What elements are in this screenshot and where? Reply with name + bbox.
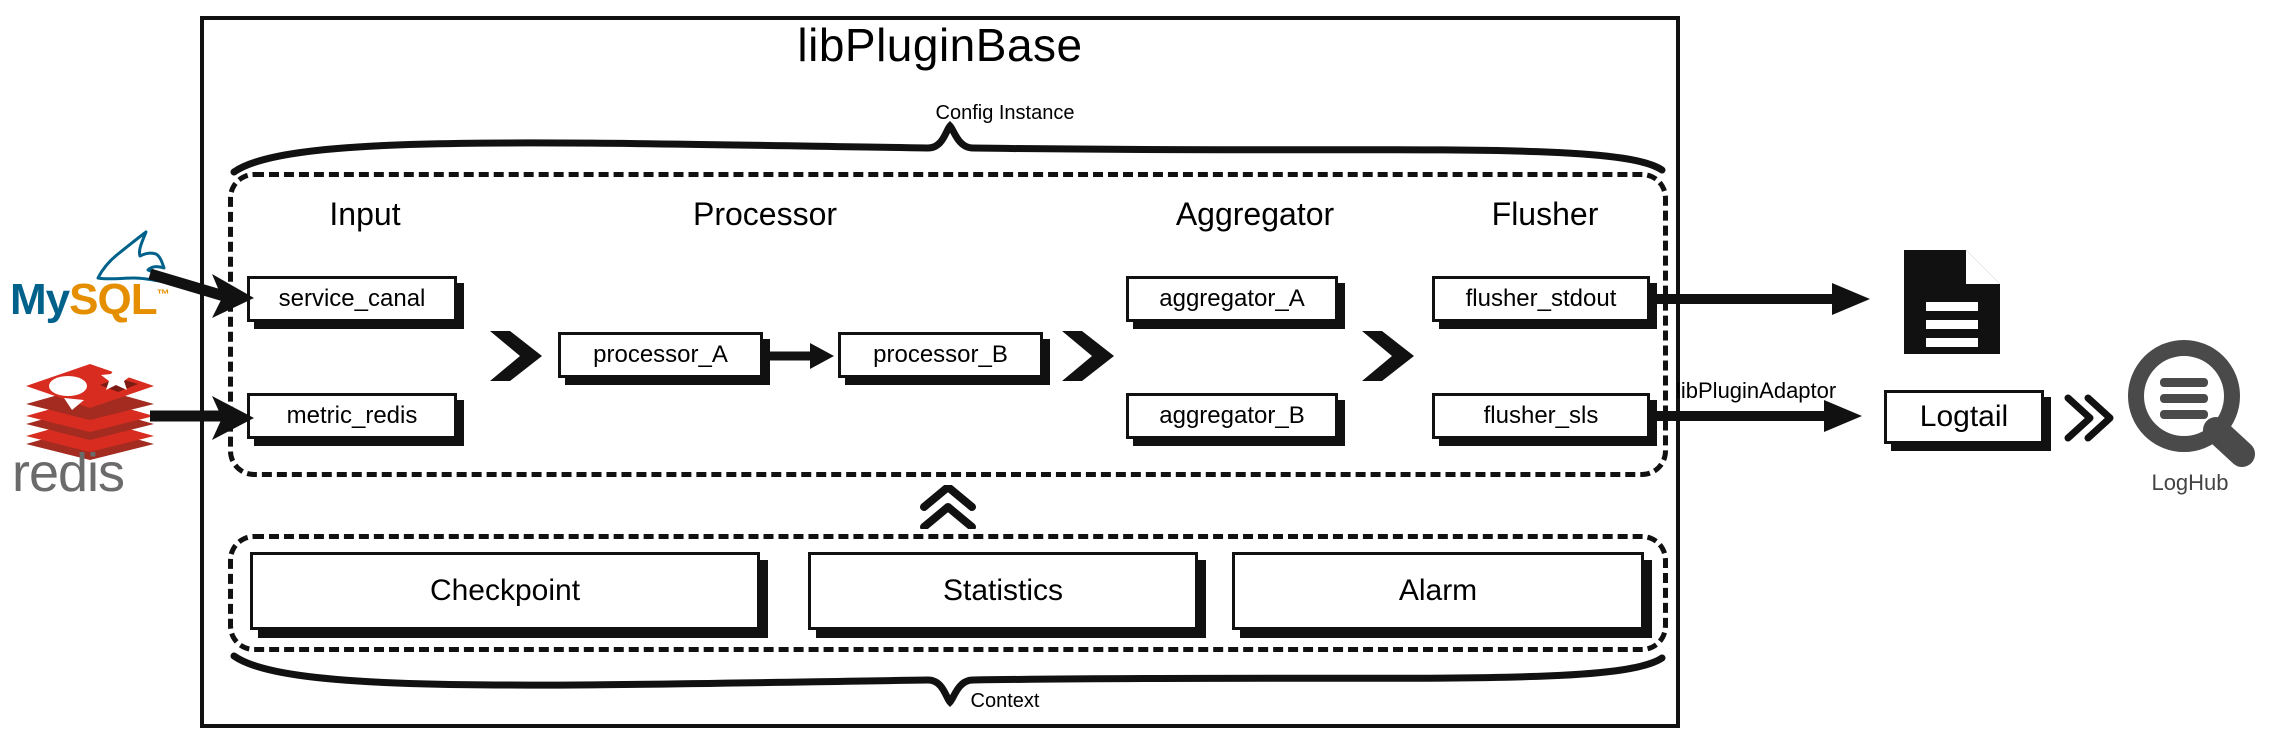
arrow-redis-to-input (150, 396, 254, 440)
node-label: flusher_sls (1483, 402, 1599, 429)
diagram-canvas: libPluginBase Config Instance Input Proc… (0, 0, 2278, 744)
arrow-processor-to-aggregator (1062, 331, 1114, 381)
node-alarm[interactable]: Alarm (1232, 552, 1644, 630)
node-label: metric_redis (286, 402, 418, 429)
node-logtail[interactable]: Logtail (1884, 390, 2044, 444)
node-metric-redis[interactable]: metric_redis (247, 393, 457, 439)
config-instance-label: Config Instance (935, 102, 1075, 124)
node-aggregator-a[interactable]: aggregator_A (1126, 276, 1338, 322)
magnifier-icon (2128, 340, 2255, 467)
node-flusher-sls[interactable]: flusher_sls (1432, 393, 1650, 439)
node-label: service_canal (278, 285, 426, 312)
context-label: Context (970, 690, 1040, 712)
column-header-input: Input (329, 196, 401, 232)
node-label: flusher_stdout (1465, 285, 1617, 312)
node-flusher-stdout[interactable]: flusher_stdout (1432, 276, 1650, 322)
node-label: processor_B (873, 341, 1008, 368)
node-label: Statistics (942, 574, 1064, 607)
double-chevron-up-icon (920, 485, 976, 529)
page-title: libPluginBase (797, 19, 1083, 71)
arrow-aggregator-to-flusher (1362, 331, 1414, 381)
node-service-canal[interactable]: service_canal (247, 276, 457, 322)
node-statistics[interactable]: Statistics (808, 552, 1198, 630)
node-processor-b[interactable]: processor_B (838, 332, 1043, 378)
arrow-flusher-sls-to-logtail (1648, 400, 1862, 432)
redis-wordmark: redis (12, 443, 125, 503)
node-label: aggregator_A (1159, 285, 1305, 312)
arrow-mysql-to-input (148, 268, 254, 318)
node-label: processor_A (593, 341, 728, 368)
node-label: Checkpoint (429, 574, 581, 607)
node-aggregator-b[interactable]: aggregator_B (1126, 393, 1338, 439)
loghub-label: LogHub (2151, 470, 2229, 495)
config-instance-brace (230, 121, 1666, 176)
mysql-word-sql: SQL (69, 275, 157, 324)
node-label: Alarm (1398, 574, 1478, 607)
node-label: aggregator_B (1159, 402, 1305, 429)
column-header-flusher: Flusher (1491, 196, 1599, 232)
node-checkpoint[interactable]: Checkpoint (250, 552, 760, 630)
mysql-wordmark: MySQL™ (10, 275, 170, 324)
node-label: Logtail (1919, 400, 2009, 433)
column-header-aggregator: Aggregator (1175, 196, 1335, 232)
arrow-input-to-processor (490, 331, 542, 381)
mysql-word-my: My (10, 275, 70, 324)
document-icon (1904, 250, 2000, 354)
double-chevron-right-icon (2064, 394, 2114, 442)
node-processor-a[interactable]: processor_A (558, 332, 763, 378)
arrow-flusher-stdout-to-document (1648, 283, 1870, 315)
arrow-processor-a-to-b (770, 343, 834, 369)
column-header-processor: Processor (692, 196, 838, 232)
